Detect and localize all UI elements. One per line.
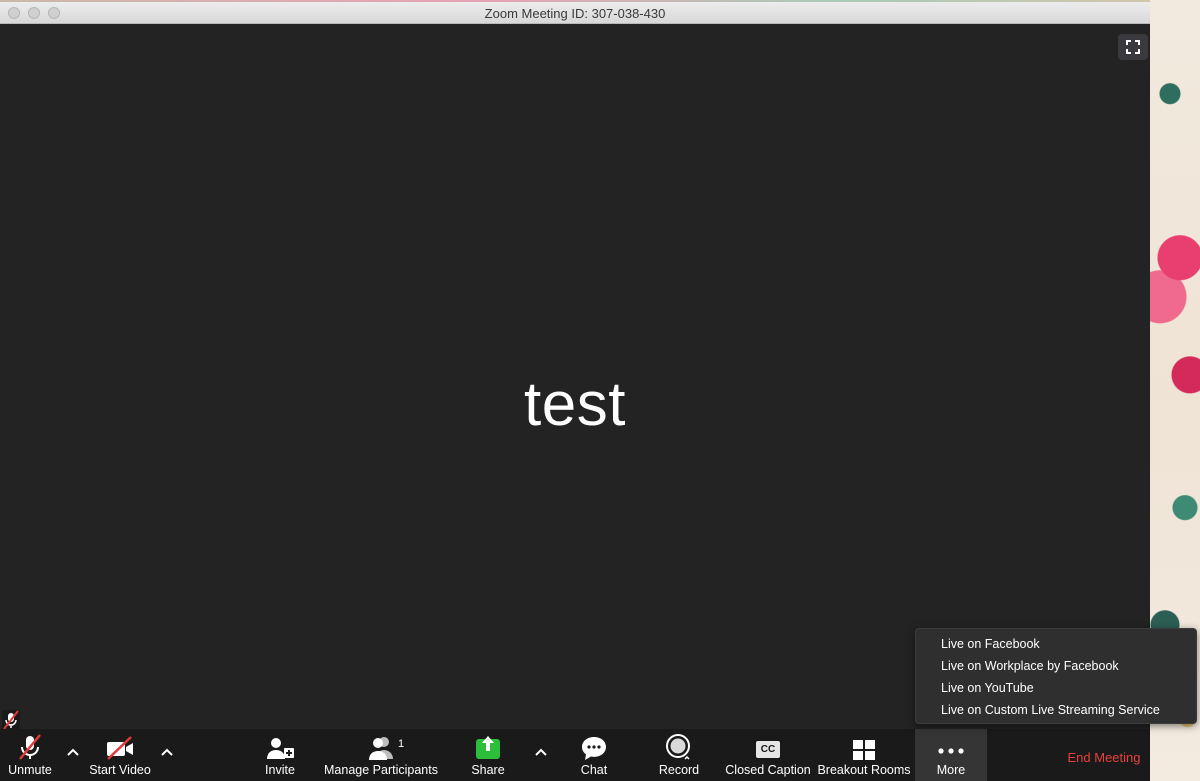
participant-count-badge: 1	[398, 738, 405, 750]
title-bar: Zoom Meeting ID: 307-038-430	[0, 2, 1150, 24]
muted-mic-indicator	[2, 710, 20, 730]
closed-caption-button[interactable]: CC Closed Caption	[722, 729, 814, 781]
record-button[interactable]: Record	[652, 729, 706, 781]
record-label: Record	[658, 763, 700, 777]
start-video-button[interactable]: Start Video	[84, 729, 156, 781]
ellipsis-icon	[938, 748, 964, 754]
audio-options-caret[interactable]	[64, 743, 82, 761]
add-person-icon	[267, 738, 294, 759]
manage-participants-label: Manage Participants	[324, 763, 438, 777]
cc-icon: CC	[756, 741, 780, 758]
unmute-label: Unmute	[8, 763, 52, 777]
muted-mic-icon	[19, 734, 41, 760]
window-title: Zoom Meeting ID: 307-038-430	[484, 6, 666, 21]
participants-icon	[369, 737, 393, 760]
share-options-caret[interactable]	[532, 743, 550, 761]
meeting-toolbar: Unmute Start Video Invite Manage Partici…	[0, 729, 1150, 781]
menu-item-live-workplace[interactable]: Live on Workplace by Facebook	[916, 655, 1196, 677]
invite-label: Invite	[265, 763, 295, 777]
share-screen-icon	[476, 736, 500, 759]
fullscreen-button[interactable]	[1118, 34, 1148, 60]
menu-item-live-custom-streaming[interactable]: Live on Custom Live Streaming Service	[916, 699, 1196, 721]
grid-icon	[853, 740, 875, 760]
chat-label: Chat	[580, 763, 608, 777]
more-options-menu: Live on Facebook Live on Workplace by Fa…	[915, 628, 1197, 724]
more-button[interactable]: More	[915, 729, 987, 781]
video-area: test	[0, 24, 1150, 729]
start-video-label: Start Video	[89, 763, 151, 777]
more-label: More	[936, 763, 966, 777]
invite-button[interactable]: Invite	[252, 729, 308, 781]
participant-name: test	[524, 370, 626, 439]
cc-icon-text: CC	[760, 744, 776, 755]
chat-bubble-icon	[582, 737, 606, 760]
muted-mic-icon	[3, 710, 19, 730]
share-screen-button[interactable]: Share	[464, 729, 512, 781]
fullscreen-icon	[1126, 40, 1140, 54]
video-options-caret[interactable]	[158, 743, 176, 761]
breakout-rooms-label: Breakout Rooms	[817, 763, 911, 777]
chevron-up-icon	[161, 748, 173, 756]
chevron-up-icon	[535, 748, 547, 756]
video-off-icon	[107, 736, 133, 760]
manage-participants-button[interactable]: Manage Participants	[322, 729, 440, 781]
closed-caption-label: Closed Caption	[725, 763, 811, 777]
chevron-up-icon	[67, 748, 79, 756]
record-icon	[666, 734, 690, 760]
share-label: Share	[471, 763, 505, 777]
breakout-rooms-button[interactable]: Breakout Rooms	[816, 729, 912, 781]
chat-button[interactable]: Chat	[570, 729, 618, 781]
unmute-button[interactable]: Unmute	[0, 729, 60, 781]
end-meeting-button[interactable]: End Meeting	[1060, 750, 1148, 765]
menu-item-live-facebook[interactable]: Live on Facebook	[916, 633, 1196, 655]
menu-item-live-youtube[interactable]: Live on YouTube	[916, 677, 1196, 699]
